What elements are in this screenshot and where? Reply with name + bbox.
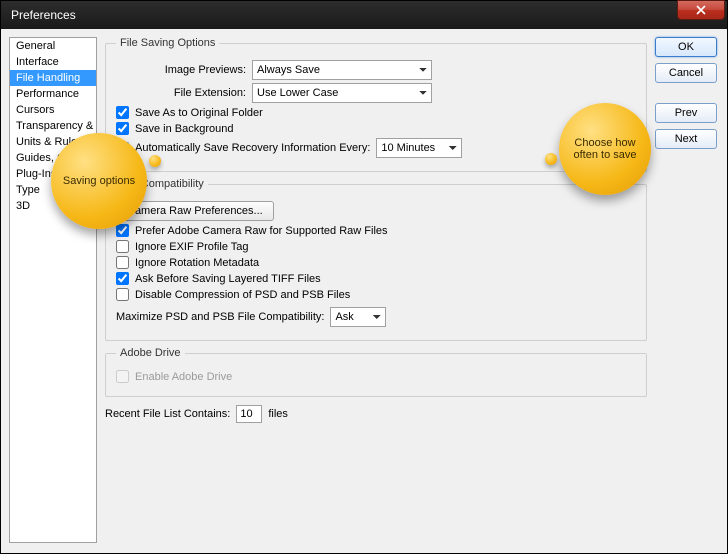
- ask-tiff-checkbox[interactable]: [116, 272, 129, 285]
- window-title: Preferences: [11, 8, 76, 22]
- image-previews-select[interactable]: Always Save: [252, 60, 432, 80]
- ignore-exif-label: Ignore EXIF Profile Tag: [135, 241, 249, 253]
- sidebar-item-general[interactable]: General: [10, 38, 96, 54]
- ok-button[interactable]: OK: [655, 37, 717, 57]
- maximize-compat-label: Maximize PSD and PSB File Compatibility:: [116, 311, 324, 323]
- callout-choose-interval: Choose how often to save: [559, 103, 651, 195]
- next-button[interactable]: Next: [655, 129, 717, 149]
- maximize-compat-select[interactable]: Ask: [330, 307, 386, 327]
- adobe-drive-legend: Adobe Drive: [116, 347, 185, 359]
- sidebar-item-cursors[interactable]: Cursors: [10, 102, 96, 118]
- ignore-exif-checkbox[interactable]: [116, 240, 129, 253]
- save-in-background-label: Save in Background: [135, 123, 233, 135]
- enable-adobe-drive-checkbox: [116, 370, 129, 383]
- preferences-dialog: Preferences General Interface File Handl…: [0, 0, 728, 554]
- dialog-body: General Interface File Handling Performa…: [1, 29, 727, 553]
- main-panel: Saving options Choose how often to save …: [105, 37, 647, 543]
- ask-tiff-label: Ask Before Saving Layered TIFF Files: [135, 273, 321, 285]
- file-saving-legend: File Saving Options: [116, 37, 219, 49]
- disable-compression-checkbox[interactable]: [116, 288, 129, 301]
- auto-save-label: Automatically Save Recovery Information …: [135, 142, 370, 154]
- sidebar-item-file-handling[interactable]: File Handling: [10, 70, 96, 86]
- file-extension-label: File Extension:: [150, 87, 246, 99]
- sidebar-item-performance[interactable]: Performance: [10, 86, 96, 102]
- save-in-background-checkbox[interactable]: [116, 122, 129, 135]
- recent-files-label: Recent File List Contains:: [105, 408, 230, 420]
- save-as-original-label: Save As to Original Folder: [135, 107, 263, 119]
- prefer-raw-label: Prefer Adobe Camera Raw for Supported Ra…: [135, 225, 388, 237]
- file-compatibility-group: File Compatibility Camera Raw Preference…: [105, 178, 647, 341]
- adobe-drive-group: Adobe Drive Enable Adobe Drive: [105, 347, 647, 397]
- prefer-raw-checkbox[interactable]: [116, 224, 129, 237]
- sidebar-item-transparency[interactable]: Transparency & Gamut: [10, 118, 96, 134]
- callout-saving-options: Saving options: [51, 133, 147, 229]
- save-as-original-checkbox[interactable]: [116, 106, 129, 119]
- dialog-buttons: OK Cancel Prev Next: [655, 37, 717, 543]
- image-previews-label: Image Previews:: [150, 64, 246, 76]
- prev-button[interactable]: Prev: [655, 103, 717, 123]
- auto-save-interval-select[interactable]: 10 Minutes: [376, 138, 462, 158]
- file-extension-select[interactable]: Use Lower Case: [252, 83, 432, 103]
- recent-files-input[interactable]: [236, 405, 262, 423]
- cancel-button[interactable]: Cancel: [655, 63, 717, 83]
- sidebar-item-interface[interactable]: Interface: [10, 54, 96, 70]
- disable-compression-label: Disable Compression of PSD and PSB Files: [135, 289, 350, 301]
- ignore-rotation-label: Ignore Rotation Metadata: [135, 257, 259, 269]
- category-sidebar: General Interface File Handling Performa…: [9, 37, 97, 543]
- ignore-rotation-checkbox[interactable]: [116, 256, 129, 269]
- recent-files-suffix: files: [268, 408, 288, 420]
- enable-adobe-drive-label: Enable Adobe Drive: [135, 371, 232, 383]
- titlebar: Preferences: [1, 1, 727, 29]
- close-icon: [696, 5, 706, 15]
- close-button[interactable]: [677, 0, 725, 20]
